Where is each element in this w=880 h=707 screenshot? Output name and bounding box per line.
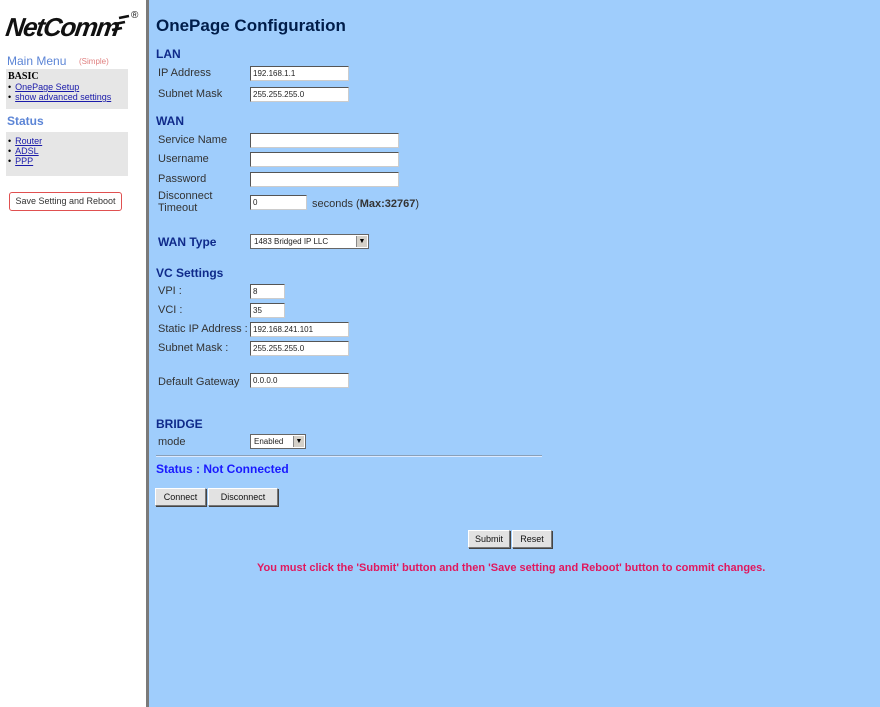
logo-text: NetComm <box>3 12 121 42</box>
lan-mask-input[interactable]: 255.255.255.0 <box>250 87 349 102</box>
sidebar-item-show-advanced[interactable]: • show advanced settings <box>6 92 128 102</box>
vci-label: VCI : <box>158 304 183 316</box>
logo-mark-icon <box>111 14 130 32</box>
timeout-suffix: seconds (Max:32767) <box>312 198 419 210</box>
basic-menu-box: BASIC • OnePage Setup • show advanced sett… <box>6 69 128 109</box>
main-menu-mode: (Simple) <box>79 57 109 66</box>
lan-ip-label: IP Address <box>158 67 211 79</box>
static-ip-label: Static IP Address : <box>158 323 248 335</box>
main-content: OnePage Configuration LAN IP Address 192… <box>149 0 880 707</box>
sidebar-item-label: OnePage Setup <box>15 82 80 92</box>
sidebar-item-label: ADSL <box>15 146 39 156</box>
chevron-down-icon[interactable]: ▼ <box>293 436 304 447</box>
disconnect-button[interactable]: Disconnect <box>208 488 278 506</box>
logo-registered-mark: ® <box>131 10 139 21</box>
timeout-max: Max:32767 <box>359 198 416 210</box>
chevron-down-icon[interactable]: ▼ <box>356 236 367 247</box>
bullet-icon: • <box>8 82 12 92</box>
disconnect-timeout-input[interactable]: 0 <box>250 195 307 210</box>
wan-type-label: WAN Type <box>158 235 217 249</box>
disconnect-timeout-label-line2: Timeout <box>158 202 198 214</box>
connect-button[interactable]: Connect <box>155 488 206 506</box>
service-name-input[interactable] <box>250 133 399 148</box>
bullet-icon: • <box>8 156 12 166</box>
bullet-icon: • <box>8 92 12 102</box>
password-label: Password <box>158 173 207 185</box>
main-menu-heading: Main Menu <box>7 54 67 68</box>
basic-menu-title: BASIC <box>8 71 39 82</box>
wan-type-select[interactable]: 1483 Bridged IP LLC ▼ <box>250 234 369 249</box>
bullet-icon: • <box>8 136 12 146</box>
sidebar: NetComm ® Main Menu (Simple) BASIC • OneP… <box>0 0 146 707</box>
sidebar-item-onepage-setup[interactable]: • OnePage Setup <box>6 82 128 92</box>
username-input[interactable] <box>250 152 399 167</box>
vc-settings-title: VC Settings <box>156 266 224 280</box>
wan-section-title: WAN <box>156 114 184 128</box>
vc-subnet-mask-input[interactable]: 255.255.255.0 <box>250 341 349 356</box>
sidebar-item-label: show advanced settings <box>15 92 112 102</box>
bridge-section-title: BRIDGE <box>156 417 203 431</box>
vpi-input[interactable]: 8 <box>250 284 285 299</box>
netcomm-logo: NetComm ® <box>3 8 139 44</box>
default-gateway-input[interactable]: 0.0.0.0 <box>250 373 349 388</box>
username-label: Username <box>158 153 209 165</box>
bridge-mode-label: mode <box>158 436 186 448</box>
static-ip-input[interactable]: 192.168.241.101 <box>250 322 349 337</box>
lan-ip-input[interactable]: 192.168.1.1 <box>250 66 349 81</box>
lan-mask-label: Subnet Mask <box>158 88 223 100</box>
vpi-label: VPI : <box>158 285 182 297</box>
sidebar-item-router[interactable]: • Router <box>6 136 128 146</box>
lan-section-title: LAN <box>156 47 181 61</box>
timeout-suffix-text: seconds ( <box>312 198 360 210</box>
service-name-label: Service Name <box>158 134 228 146</box>
status-menu-heading: Status <box>7 114 44 128</box>
timeout-suffix-close: ) <box>415 198 420 210</box>
bullet-icon: • <box>8 146 12 156</box>
bridge-mode-select[interactable]: Enabled ▼ <box>250 434 306 449</box>
status-menu-box: • Router • ADSL • PPP <box>6 132 128 176</box>
connection-status: Status : Not Connected <box>156 462 289 476</box>
save-and-reboot-button[interactable]: Save Setting and Reboot <box>9 192 122 211</box>
disconnect-timeout-label-line1: Disconnect <box>158 190 213 202</box>
reset-button[interactable]: Reset <box>512 530 552 548</box>
sidebar-item-label: Router <box>15 136 43 146</box>
section-divider <box>156 455 542 457</box>
sidebar-item-adsl[interactable]: • ADSL <box>6 146 128 156</box>
page-title: OnePage Configuration <box>156 16 346 35</box>
submit-button[interactable]: Submit <box>468 530 510 548</box>
bridge-mode-selected: Enabled <box>254 437 284 446</box>
password-input[interactable] <box>250 172 399 187</box>
sidebar-item-label: PPP <box>15 156 34 166</box>
default-gateway-label: Default Gateway <box>158 376 240 388</box>
vc-subnet-mask-label: Subnet Mask : <box>158 342 229 354</box>
vci-input[interactable]: 35 <box>250 303 285 318</box>
commit-warning: You must click the 'Submit' button and t… <box>257 562 766 574</box>
sidebar-item-ppp[interactable]: • PPP <box>6 156 128 166</box>
wan-type-selected: 1483 Bridged IP LLC <box>254 237 329 246</box>
disconnect-timeout-label: Disconnect Timeout <box>158 190 212 214</box>
